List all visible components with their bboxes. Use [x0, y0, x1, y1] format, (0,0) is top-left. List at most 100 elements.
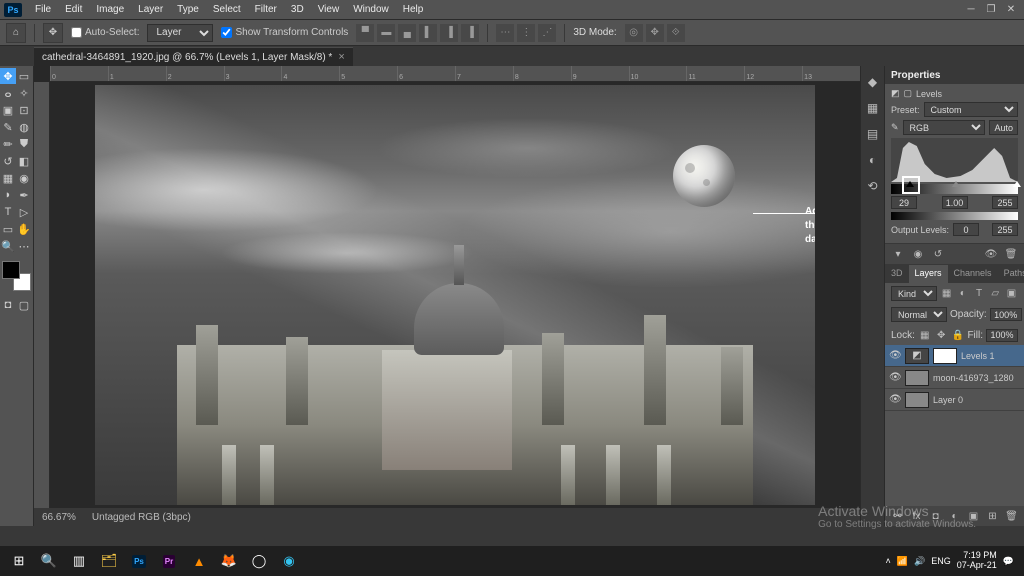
dolly-icon[interactable]: ⟐: [667, 24, 685, 42]
history-panel-icon[interactable]: ⟲: [865, 178, 881, 194]
brush-tool[interactable]: ✏: [0, 136, 16, 152]
search-icon[interactable]: 🔍: [34, 546, 64, 576]
input-mid-value[interactable]: [942, 196, 968, 209]
window-minimize-icon[interactable]: ─: [962, 4, 980, 16]
libraries-panel-icon[interactable]: ▤: [865, 126, 881, 142]
healing-tool[interactable]: ◍: [16, 119, 32, 135]
canvas-image[interactable]: Adjust the Shadows to make the dark part…: [95, 85, 815, 505]
layer-filter[interactable]: Kind: [891, 286, 937, 301]
menu-select[interactable]: Select: [206, 0, 248, 20]
input-high-value[interactable]: [992, 196, 1018, 209]
visibility-icon[interactable]: 👁: [984, 247, 998, 261]
start-button[interactable]: ⊞: [4, 546, 34, 576]
auto-select-checkbox[interactable]: Auto-Select:: [71, 27, 139, 38]
align-top-icon[interactable]: ▀: [356, 24, 374, 42]
color-swatches[interactable]: [2, 261, 31, 291]
align-left-icon[interactable]: ▌: [419, 24, 437, 42]
vlc-icon[interactable]: ▲: [184, 546, 214, 576]
shadow-slider[interactable]: [906, 181, 914, 187]
quick-mask-icon[interactable]: ◘: [0, 297, 16, 313]
task-view-icon[interactable]: ▥: [64, 546, 94, 576]
output-high-value[interactable]: [992, 223, 1018, 236]
tab-paths[interactable]: Paths: [998, 265, 1024, 283]
lock-position-icon[interactable]: ✥: [934, 328, 948, 342]
blend-mode[interactable]: Normal: [891, 307, 947, 322]
gradient-tool[interactable]: ▦: [0, 170, 16, 186]
output-levels-slider[interactable]: [891, 212, 1018, 220]
menu-image[interactable]: Image: [89, 0, 131, 20]
filter-smart-icon[interactable]: ▣: [1005, 287, 1018, 301]
photoshop-taskbar-icon[interactable]: Ps: [124, 546, 154, 576]
pen-tool[interactable]: ✒: [16, 187, 32, 203]
tray-volume-icon[interactable]: 🔊: [914, 556, 925, 567]
layer-row[interactable]: 👁 Layer 0: [885, 389, 1024, 411]
firefox-icon[interactable]: 🦊: [214, 546, 244, 576]
delete-adj-icon[interactable]: 🗑: [1004, 247, 1018, 261]
close-tab-icon[interactable]: ×: [338, 51, 344, 63]
menu-help[interactable]: Help: [396, 0, 431, 20]
foreground-swatch[interactable]: [2, 261, 20, 279]
auto-button[interactable]: Auto: [989, 120, 1018, 135]
menu-edit[interactable]: Edit: [58, 0, 89, 20]
edit-toolbar[interactable]: ⋯: [16, 238, 32, 254]
transform-controls-checkbox[interactable]: Show Transform Controls: [221, 27, 348, 38]
menu-file[interactable]: File: [28, 0, 58, 20]
menu-window[interactable]: Window: [346, 0, 396, 20]
marquee-tool[interactable]: ▭: [16, 68, 32, 84]
visibility-toggle-icon[interactable]: 👁: [889, 394, 901, 405]
dodge-tool[interactable]: ◗: [0, 187, 16, 203]
pan-icon[interactable]: ✥: [646, 24, 664, 42]
visibility-toggle-icon[interactable]: 👁: [889, 372, 901, 383]
visibility-toggle-icon[interactable]: 👁: [889, 350, 901, 361]
adjustments-panel-icon[interactable]: ◐: [865, 152, 881, 168]
menu-type[interactable]: Type: [170, 0, 206, 20]
lasso-tool[interactable]: ⴰ: [0, 85, 16, 101]
edge-icon[interactable]: ◉: [274, 546, 304, 576]
layer-name[interactable]: Layer 0: [933, 395, 963, 405]
status-zoom[interactable]: 66.67%: [42, 512, 76, 523]
color-panel-icon[interactable]: ◆: [865, 74, 881, 90]
reset-icon[interactable]: ↺: [931, 247, 945, 261]
align-vmid-icon[interactable]: ▬: [377, 24, 395, 42]
filter-adj-icon[interactable]: ◐: [956, 287, 969, 301]
swatches-panel-icon[interactable]: ▦: [865, 100, 881, 116]
tray-language-icon[interactable]: ENG: [931, 556, 951, 566]
dist-h-icon[interactable]: ⋯: [496, 24, 514, 42]
shape-tool[interactable]: ▭: [0, 221, 16, 237]
hand-tool[interactable]: ✋: [16, 221, 32, 237]
notifications-icon[interactable]: 💬: [1003, 556, 1014, 567]
screen-mode-icon[interactable]: ▢: [16, 297, 32, 313]
histogram[interactable]: [891, 138, 1018, 182]
auto-select-type[interactable]: Layer: [147, 24, 213, 42]
opacity-value[interactable]: [990, 308, 1022, 321]
tab-3d[interactable]: 3D: [885, 265, 909, 283]
frame-tool[interactable]: ⊡: [16, 102, 32, 118]
layer-row[interactable]: 👁 moon-416973_1280: [885, 367, 1024, 389]
preset-select[interactable]: Custom: [924, 102, 1018, 117]
stamp-tool[interactable]: ⛊: [16, 136, 32, 152]
align-right-icon[interactable]: ▐: [461, 24, 479, 42]
move-tool[interactable]: ✥: [0, 68, 16, 84]
output-low-value[interactable]: [953, 223, 979, 236]
blur-tool[interactable]: ◉: [16, 170, 32, 186]
tab-channels[interactable]: Channels: [948, 265, 998, 283]
eyedropper-set-icon[interactable]: ✎: [891, 122, 899, 133]
midtone-slider[interactable]: [952, 181, 960, 187]
tray-chevron-icon[interactable]: ˄: [886, 556, 891, 566]
filter-pixel-icon[interactable]: ▦: [940, 287, 953, 301]
zoom-tool[interactable]: 🔍: [0, 238, 16, 254]
menu-layer[interactable]: Layer: [131, 0, 170, 20]
taskbar-clock[interactable]: 7:19 PM 07-Apr-21: [957, 551, 997, 571]
menu-filter[interactable]: Filter: [248, 0, 284, 20]
view-previous-icon[interactable]: ◉: [911, 247, 925, 261]
layer-row[interactable]: 👁 ◩ Levels 1: [885, 345, 1024, 367]
history-brush-tool[interactable]: ↺: [0, 153, 16, 169]
clip-layer-icon[interactable]: ▾: [891, 247, 905, 261]
filter-shape-icon[interactable]: ▱: [989, 287, 1002, 301]
layer-thumb[interactable]: [905, 392, 929, 408]
window-close-icon[interactable]: ✕: [1002, 4, 1020, 16]
align-bottom-icon[interactable]: ▄: [398, 24, 416, 42]
dist-v-icon[interactable]: ⋮: [517, 24, 535, 42]
align-hmid-icon[interactable]: ▐: [440, 24, 458, 42]
premiere-taskbar-icon[interactable]: Pr: [154, 546, 184, 576]
